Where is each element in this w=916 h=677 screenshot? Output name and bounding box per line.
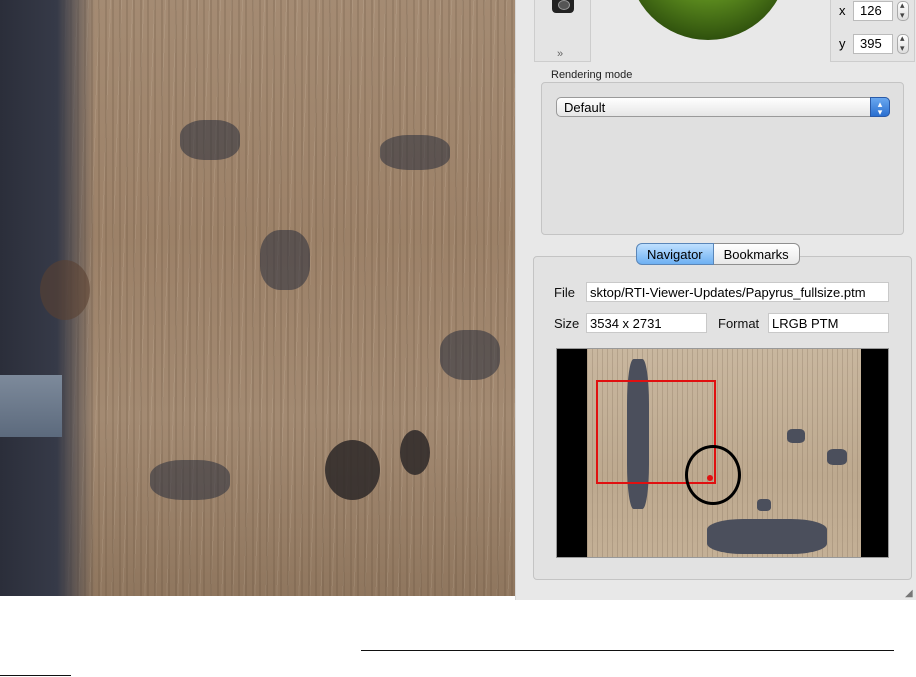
papyrus-knot xyxy=(40,260,90,320)
papyrus-hole xyxy=(400,430,430,475)
ink-mark xyxy=(180,120,240,160)
select-arrows-icon[interactable]: ▴ ▾ xyxy=(870,97,890,117)
app-window: » x 126 y 395 Rendering mode Default ▴▾ xyxy=(0,0,916,677)
ink-mark xyxy=(380,135,450,170)
format-field[interactable]: LRGB PTM xyxy=(768,313,889,333)
ink-mark xyxy=(260,230,310,290)
light-sphere-icon[interactable] xyxy=(628,0,788,40)
rendering-mode-select[interactable]: Default ▴ ▾ xyxy=(556,97,890,117)
thumbnail-gap xyxy=(707,519,827,554)
rendering-mode-group: Default ▴ ▾ xyxy=(541,82,904,235)
panel-tabs: Navigator Bookmarks xyxy=(636,243,800,265)
tab-navigator[interactable]: Navigator xyxy=(636,243,714,265)
divider-line xyxy=(361,650,894,651)
papyrus-hole xyxy=(325,440,380,500)
resize-grip-icon[interactable]: ◢ xyxy=(905,588,913,599)
blue-strip xyxy=(0,375,62,437)
format-label: Format xyxy=(718,316,760,331)
ink-mark xyxy=(440,330,500,380)
file-label: File xyxy=(554,285,575,300)
rendering-mode-value: Default xyxy=(564,100,606,115)
x-stepper[interactable] xyxy=(897,0,909,21)
size-label: Size xyxy=(554,316,580,331)
file-field[interactable]: sktop/RTI-Viewer-Updates/Papyrus_fullsiz… xyxy=(586,282,889,302)
rendering-mode-title: Rendering mode xyxy=(551,69,633,81)
camera-icon[interactable] xyxy=(552,0,574,13)
tab-bookmarks[interactable]: Bookmarks xyxy=(713,243,800,265)
chevron-double-down-icon[interactable]: » xyxy=(557,48,563,60)
snapshot-box[interactable]: » xyxy=(534,0,591,62)
side-panel: » x 126 y 395 Rendering mode Default ▴▾ xyxy=(515,0,916,600)
navigator-thumbnail[interactable] xyxy=(556,348,889,558)
light-direction-circle[interactable] xyxy=(685,445,741,505)
y-input[interactable]: 395 xyxy=(853,34,893,54)
size-field[interactable]: 3534 x 2731 xyxy=(586,313,707,333)
y-coordinate-row: y 395 xyxy=(839,33,913,54)
divider-line xyxy=(0,675,71,676)
light-coordinates: x 126 y 395 xyxy=(830,0,915,62)
thumbnail-gap xyxy=(787,429,805,443)
ink-mark xyxy=(150,460,230,500)
y-stepper[interactable] xyxy=(897,33,909,54)
thumbnail-gap xyxy=(757,499,771,511)
thumbnail-gap xyxy=(827,449,847,465)
image-viewer[interactable] xyxy=(0,0,515,596)
y-label: y xyxy=(839,36,846,51)
light-direction-dot xyxy=(707,475,713,481)
x-label: x xyxy=(839,3,846,18)
x-input[interactable]: 126 xyxy=(853,1,893,21)
x-coordinate-row: x 126 xyxy=(839,0,913,21)
